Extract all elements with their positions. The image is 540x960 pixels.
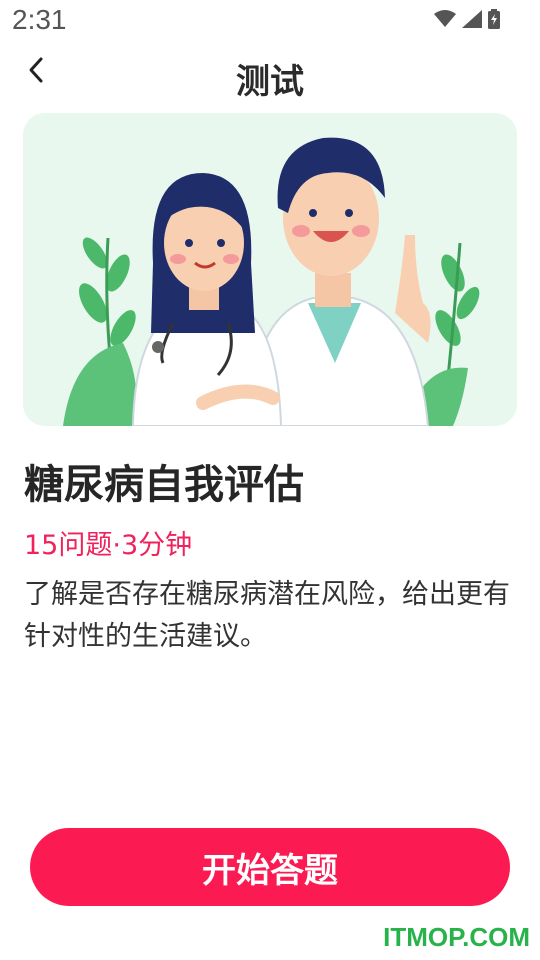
watermark: ITMOP.COM xyxy=(383,922,530,952)
quiz-meta: 15问题·3分钟 xyxy=(24,530,193,561)
nav-bar: 测试 xyxy=(0,44,540,104)
start-quiz-button[interactable]: 开始答题 xyxy=(30,828,510,906)
hero-illustration xyxy=(23,113,517,426)
signal-icon xyxy=(462,10,482,28)
status-icons xyxy=(434,8,500,30)
doctors-illustration xyxy=(63,137,480,426)
battery-icon xyxy=(488,9,500,29)
status-time: 2:31 xyxy=(12,4,67,35)
quiz-info: 糖尿病自我评估 15问题·3分钟 了解是否存在糖尿病潜在风险，给出更有针对性的生… xyxy=(24,456,516,658)
quiz-description: 了解是否存在糖尿病潜在风险，给出更有针对性的生活建议。 xyxy=(24,579,510,652)
status-bar: 2:31 xyxy=(0,0,540,44)
page-title: 测试 xyxy=(236,62,304,102)
quiz-title: 糖尿病自我评估 xyxy=(24,462,304,508)
wifi-icon xyxy=(434,10,456,28)
